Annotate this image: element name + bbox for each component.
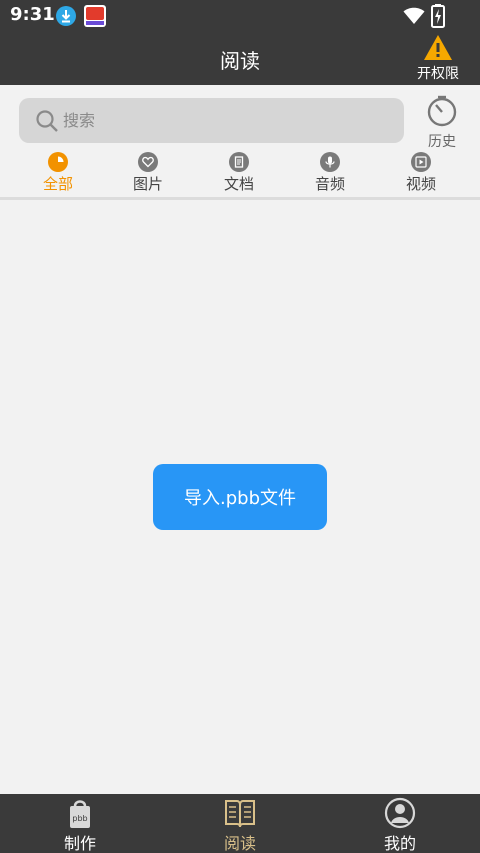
nav-item-read[interactable]: 阅读 bbox=[160, 794, 320, 853]
import-pbb-button[interactable]: 导入.pbb文件 bbox=[153, 464, 327, 530]
timer-icon bbox=[427, 95, 457, 127]
pie-icon bbox=[48, 152, 68, 172]
nav-label: 制作 bbox=[63, 834, 96, 853]
bottom-nav: pbb 制作 阅读 我的 bbox=[0, 794, 480, 853]
main-content: 导入.pbb文件 bbox=[0, 200, 480, 794]
search-box[interactable] bbox=[19, 98, 404, 143]
mic-icon bbox=[320, 152, 340, 172]
tab-images[interactable]: 图片 bbox=[103, 150, 193, 196]
tab-documents[interactable]: 文档 bbox=[194, 150, 284, 196]
tab-label: 图片 bbox=[132, 175, 163, 193]
warning-icon bbox=[424, 35, 452, 60]
page-title: 阅读 bbox=[220, 49, 260, 73]
app-notification-icon bbox=[84, 5, 106, 27]
category-tabs: 全部 图片 文档 音频 视频 bbox=[0, 150, 480, 198]
history-label: 历史 bbox=[428, 134, 456, 150]
download-icon bbox=[56, 6, 76, 26]
tab-label: 全部 bbox=[42, 175, 73, 193]
document-icon bbox=[229, 152, 249, 172]
book-icon bbox=[225, 800, 255, 828]
tab-all[interactable]: 全部 bbox=[13, 150, 103, 196]
svg-text:pbb: pbb bbox=[72, 814, 87, 823]
search-icon bbox=[36, 110, 58, 132]
wifi-icon bbox=[403, 7, 425, 24]
status-bar: 9:31 bbox=[0, 0, 480, 32]
app-header: 阅读 开权限 bbox=[0, 32, 480, 85]
nav-item-mine[interactable]: 我的 bbox=[320, 794, 480, 853]
permission-button[interactable]: 开权限 bbox=[410, 32, 466, 85]
tab-video[interactable]: 视频 bbox=[376, 150, 466, 196]
search-input[interactable] bbox=[63, 98, 393, 143]
heart-icon bbox=[138, 152, 158, 172]
video-icon bbox=[411, 152, 431, 172]
tab-label: 音频 bbox=[314, 175, 345, 193]
search-row: 历史 bbox=[0, 85, 480, 151]
battery-charging-icon bbox=[431, 4, 445, 28]
nav-label: 我的 bbox=[383, 834, 416, 853]
nav-item-make[interactable]: pbb 制作 bbox=[0, 794, 160, 853]
status-time: 9:31 bbox=[10, 4, 55, 25]
pbb-bag-icon: pbb bbox=[70, 800, 90, 828]
tab-label: 视频 bbox=[405, 175, 436, 193]
tab-label: 文档 bbox=[223, 175, 254, 193]
history-button[interactable]: 历史 bbox=[418, 93, 466, 151]
nav-label: 阅读 bbox=[223, 834, 256, 853]
permission-label: 开权限 bbox=[417, 66, 459, 82]
user-icon bbox=[384, 797, 416, 829]
tab-audio[interactable]: 音频 bbox=[285, 150, 375, 196]
